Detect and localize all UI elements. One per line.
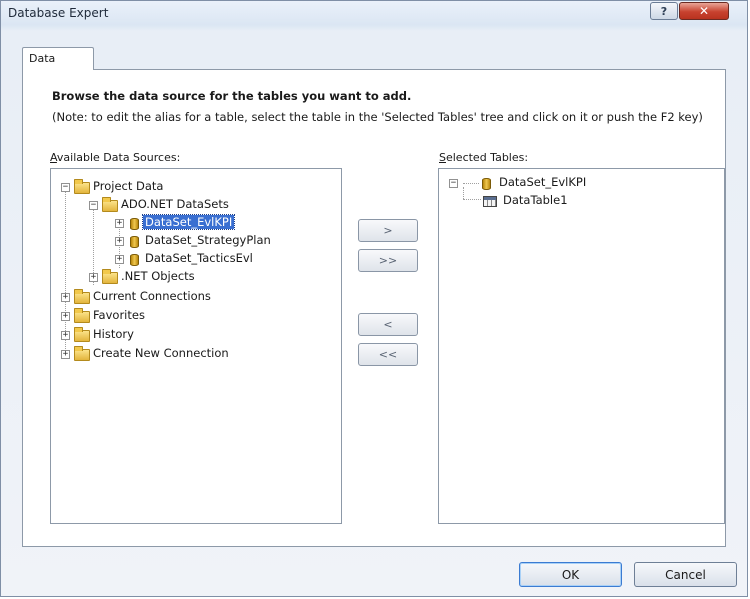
tree-node-dataset-evlkpi[interactable]: + DataSet_EvlKPI [115, 214, 335, 233]
folder-icon [74, 179, 90, 194]
help-button[interactable]: ? [650, 2, 678, 20]
tree-node-create-new-connection[interactable]: + Create New Connection [61, 346, 341, 364]
selected-tables-label-text: elected Tables: [445, 151, 529, 164]
add-all-tables-button[interactable]: >> [358, 249, 418, 272]
tree-node-label: .NET Objects [121, 269, 195, 283]
folder-icon [74, 327, 90, 342]
expand-icon[interactable]: + [115, 219, 124, 228]
tree-node-label: DataSet_EvlKPI [499, 175, 587, 189]
tree-node-label: Project Data [93, 179, 164, 193]
instruction-heading: Browse the data source for the tables yo… [52, 89, 412, 103]
window-title: Database Expert [8, 6, 109, 20]
selected-tables-label-access-key: S [439, 151, 446, 164]
tree-node-project-data[interactable]: − Project Data [61, 179, 341, 197]
tab-data[interactable]: Data [22, 47, 94, 70]
instruction-note: (Note: to edit the alias for a table, se… [52, 110, 703, 124]
tree-node-label: DataSet_StrategyPlan [145, 233, 271, 247]
cancel-button-label: Cancel [665, 567, 706, 582]
available-sources-tree[interactable]: − Project Data − ADO.NET DataSets + Data… [50, 168, 342, 524]
title-bar: Database Expert ? ✕ [1, 1, 747, 25]
available-sources-label-text: vailable Data Sources: [56, 151, 181, 164]
database-icon [130, 218, 139, 230]
remove-all-tables-button-label: << [378, 348, 398, 361]
expand-icon[interactable]: + [61, 293, 70, 302]
folder-icon [74, 289, 90, 304]
tree-node-label: Favorites [93, 308, 145, 322]
collapse-icon[interactable]: − [89, 201, 98, 210]
tree-node-label: DataSet_TacticsEvl [145, 251, 253, 265]
add-table-button[interactable]: > [358, 219, 418, 242]
selected-tables-tree[interactable]: − DataSet_EvlKPI DataTable1 [438, 168, 725, 524]
database-expert-dialog: Database Expert ? ✕ Data Browse the data… [0, 0, 748, 597]
add-all-tables-button-label: >> [378, 254, 398, 267]
expand-icon[interactable]: + [89, 273, 98, 282]
folder-icon [102, 269, 118, 284]
table-icon [483, 196, 497, 207]
expand-icon[interactable]: + [115, 255, 124, 264]
tree-node-dataset-strategyplan[interactable]: + DataSet_StrategyPlan [115, 233, 335, 251]
ok-button[interactable]: OK [519, 562, 622, 587]
tree-node-net-objects[interactable]: + .NET Objects [89, 269, 339, 287]
database-icon [482, 178, 491, 190]
tree-line [463, 199, 481, 200]
expand-icon[interactable]: + [61, 331, 70, 340]
tree-node-label: DataTable1 [503, 193, 568, 207]
collapse-icon[interactable]: − [61, 183, 70, 192]
close-button[interactable]: ✕ [679, 2, 729, 20]
ok-button-label: OK [561, 567, 580, 582]
remove-table-button[interactable]: < [358, 313, 418, 336]
tree-node-label: Create New Connection [93, 346, 229, 360]
remove-all-tables-button[interactable]: << [358, 343, 418, 366]
tab-data-label: Data [29, 52, 56, 65]
tree-node-label: DataSet_EvlKPI [141, 214, 236, 230]
add-table-button-label: > [383, 224, 393, 237]
tree-node-favorites[interactable]: + Favorites [61, 308, 341, 326]
tree-node-dataset-evlkpi[interactable]: − DataSet_EvlKPI [449, 175, 719, 193]
expand-icon[interactable]: + [115, 237, 124, 246]
tree-node-current-connections[interactable]: + Current Connections [61, 289, 341, 307]
database-icon [130, 254, 139, 266]
tree-node-label: History [93, 327, 134, 341]
tree-node-adonet-datasets[interactable]: − ADO.NET DataSets [89, 197, 339, 215]
remove-table-button-label: < [383, 318, 393, 331]
available-sources-label: Available Data Sources: [50, 151, 180, 164]
available-sources-label-access-key: A [50, 151, 57, 164]
folder-icon [74, 308, 90, 323]
tree-node-dataset-tacticsevl[interactable]: + DataSet_TacticsEvl [115, 251, 335, 269]
selected-tables-label: Selected Tables: [439, 151, 528, 164]
cancel-button[interactable]: Cancel [634, 562, 737, 587]
tree-node-datatable1[interactable]: DataTable1 [483, 193, 713, 211]
tree-node-history[interactable]: + History [61, 327, 341, 345]
tree-node-label: ADO.NET DataSets [121, 197, 229, 211]
tree-node-label: Current Connections [93, 289, 211, 303]
folder-icon [74, 346, 90, 361]
help-icon: ? [660, 4, 668, 18]
collapse-icon[interactable]: − [449, 179, 458, 188]
close-icon: ✕ [698, 4, 710, 18]
expand-icon[interactable]: + [61, 312, 70, 321]
database-icon [130, 236, 139, 248]
expand-icon[interactable]: + [61, 350, 70, 359]
folder-icon [102, 197, 118, 212]
